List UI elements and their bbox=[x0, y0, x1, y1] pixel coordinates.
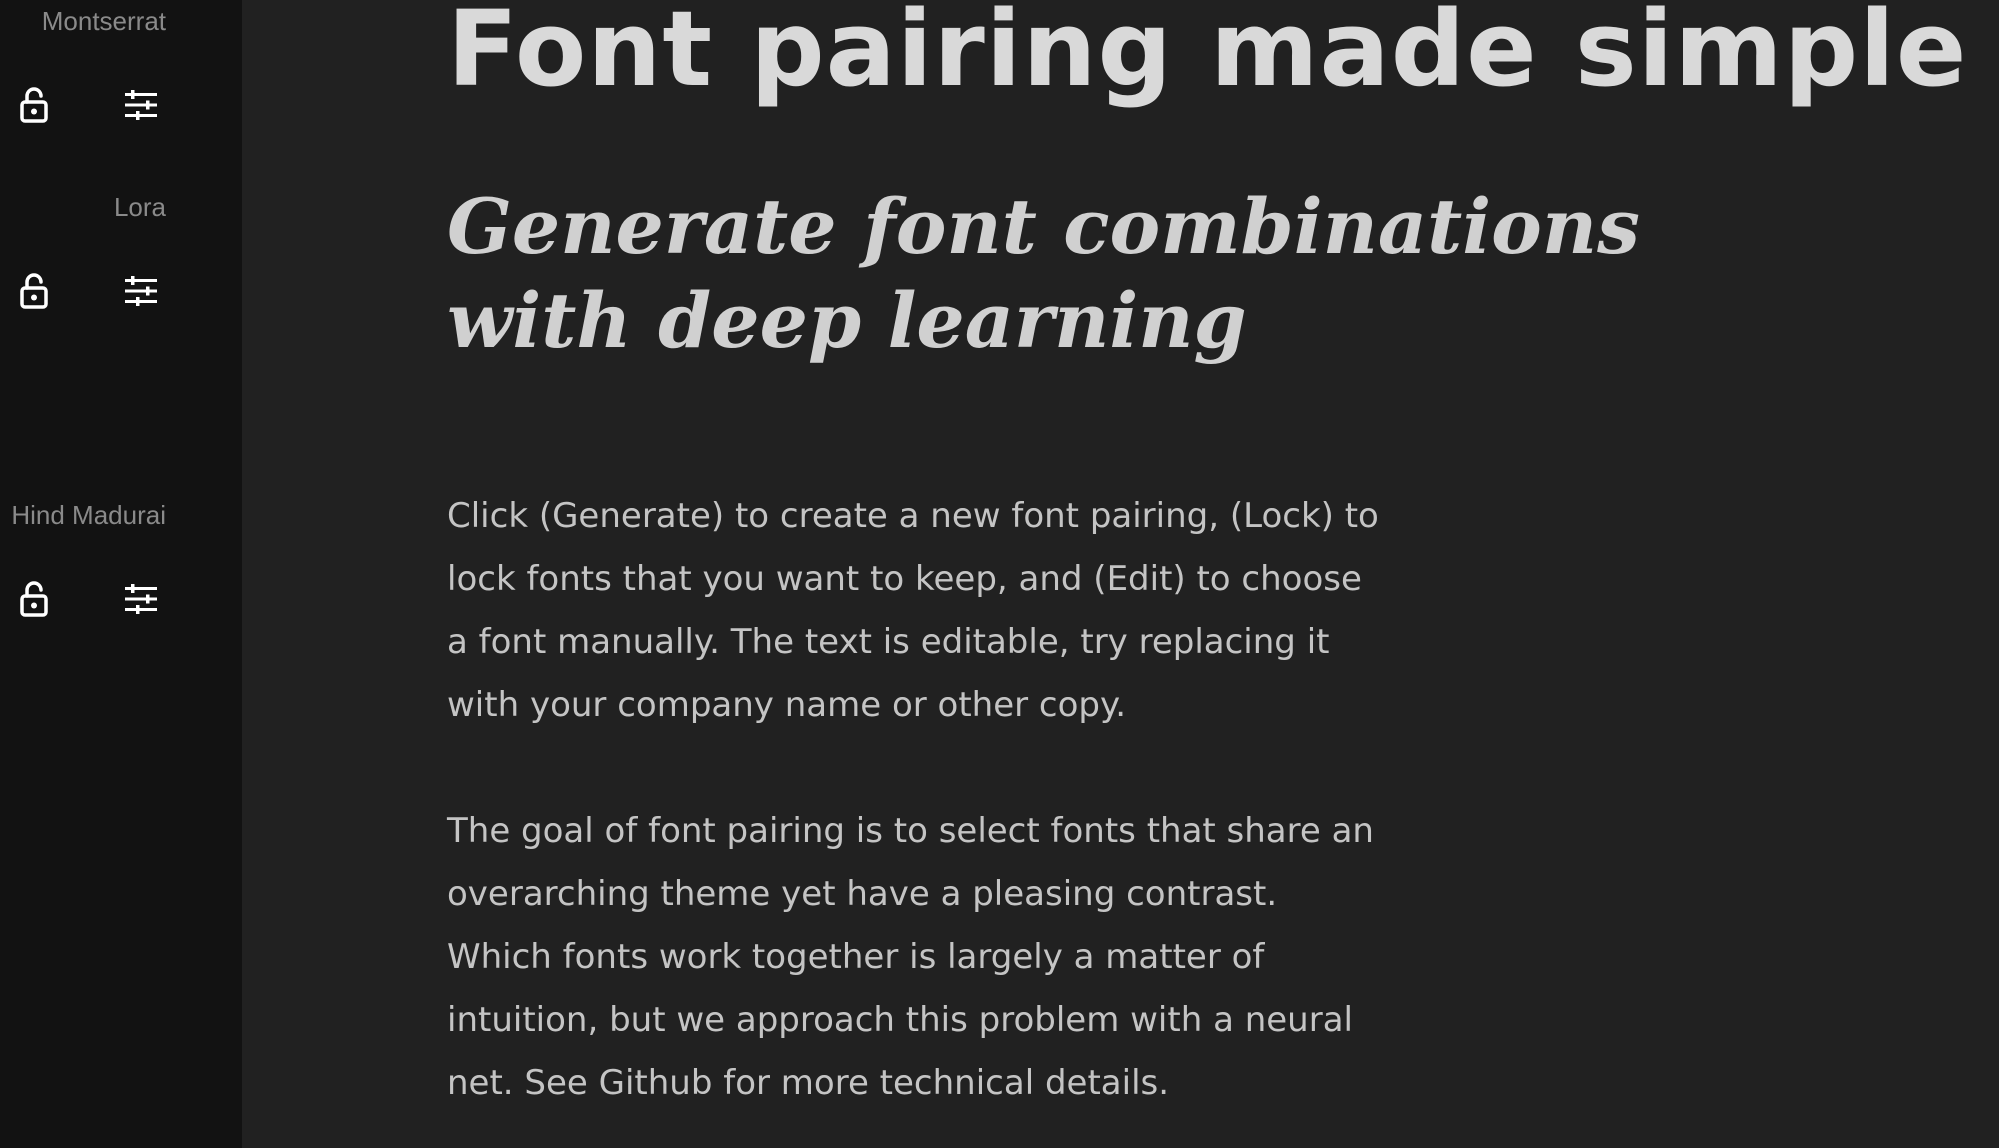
subheadline-text[interactable]: Generate font combinations with deep lea… bbox=[447, 180, 1647, 368]
headline-text[interactable]: Font pairing made simple bbox=[447, 0, 1967, 106]
lock-open-icon[interactable] bbox=[12, 269, 56, 313]
body-paragraph[interactable]: Click (Generate) to create a new font pa… bbox=[447, 485, 1387, 737]
sliders-icon[interactable] bbox=[119, 577, 163, 621]
preview-area: Font pairing made simple Generate font c… bbox=[242, 0, 1999, 1148]
lock-open-icon[interactable] bbox=[12, 577, 56, 621]
lock-open-icon[interactable] bbox=[12, 83, 56, 127]
sliders-icon[interactable] bbox=[119, 83, 163, 127]
sliders-icon[interactable] bbox=[119, 269, 163, 313]
body-paragraph[interactable]: The goal of font pairing is to select fo… bbox=[447, 800, 1387, 1115]
font-name-label: Montserrat bbox=[41, 6, 166, 36]
font-name-label: Lora bbox=[113, 192, 166, 222]
font-sidebar: Montserrat Lora Hind Madurai bbox=[0, 0, 242, 1148]
font-name-label: Hind Madurai bbox=[11, 500, 166, 530]
